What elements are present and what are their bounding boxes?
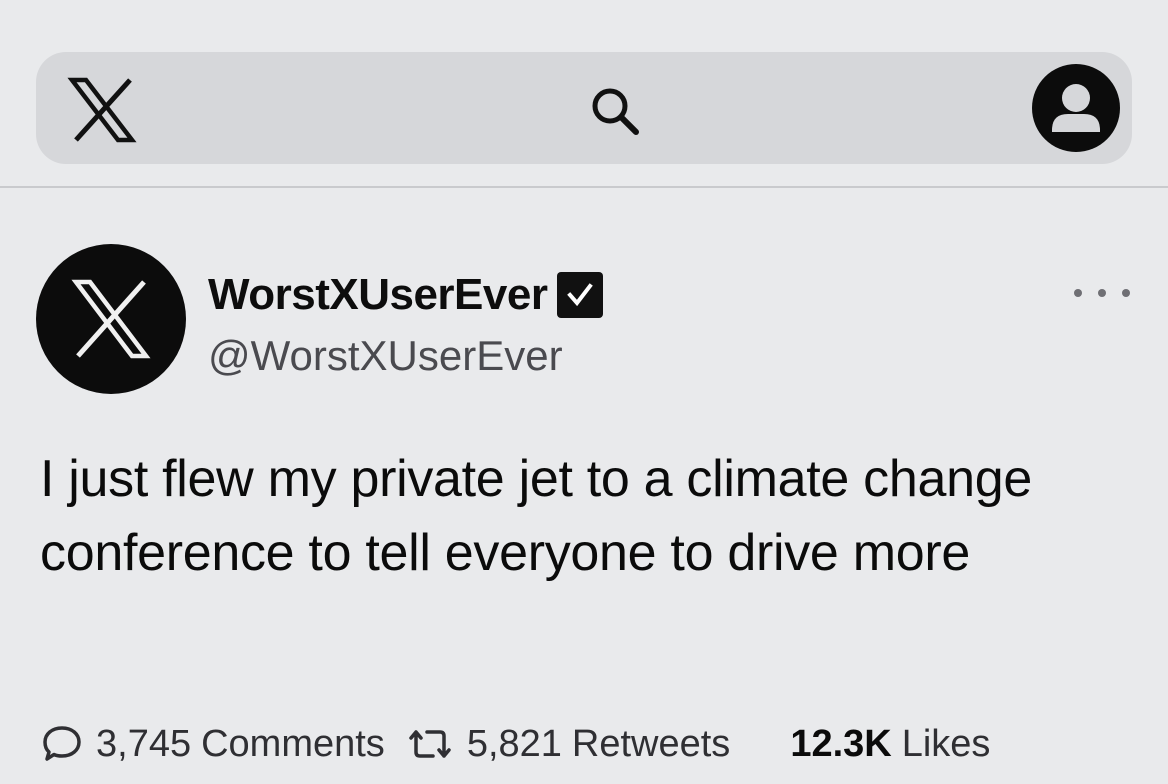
header-divider <box>0 186 1168 188</box>
tweet-text: I just flew my private jet to a climate … <box>40 450 1032 582</box>
engagement-stats: 3,745 Comments 5,821 Retweets 12.3K Like… <box>40 716 990 772</box>
verified-check-icon <box>557 272 604 318</box>
user-handle[interactable]: @WorstXUserEver <box>208 332 563 380</box>
x-logo-icon[interactable] <box>64 72 140 148</box>
retweets-stat[interactable]: 5,821 Retweets <box>405 722 731 766</box>
likes-label: Likes <box>901 722 991 765</box>
more-dot <box>1074 289 1082 297</box>
display-name[interactable]: WorstXUserEver <box>208 270 548 320</box>
profile-avatar[interactable] <box>36 244 186 394</box>
comments-label: Comments <box>201 722 385 765</box>
more-options-icon[interactable] <box>1074 282 1130 304</box>
comments-stat[interactable]: 3,745 Comments <box>40 722 385 766</box>
retweets-label: Retweets <box>571 722 731 765</box>
likes-count: 12.3K <box>790 722 892 765</box>
retweet-icon <box>409 730 451 758</box>
retweets-count: 5,821 <box>466 722 562 765</box>
search-icon[interactable] <box>584 80 648 144</box>
author-name-row: WorstXUserEver <box>208 270 604 320</box>
top-bar <box>36 52 1132 164</box>
account-icon[interactable] <box>1032 64 1120 152</box>
comments-count: 3,745 <box>96 722 192 765</box>
likes-stat[interactable]: 12.3K Likes <box>790 723 990 766</box>
page: WorstXUserEver @WorstXUserEver I just fl… <box>0 0 1168 784</box>
more-dot <box>1098 289 1106 297</box>
more-dot <box>1122 289 1130 297</box>
comment-icon <box>43 726 81 761</box>
